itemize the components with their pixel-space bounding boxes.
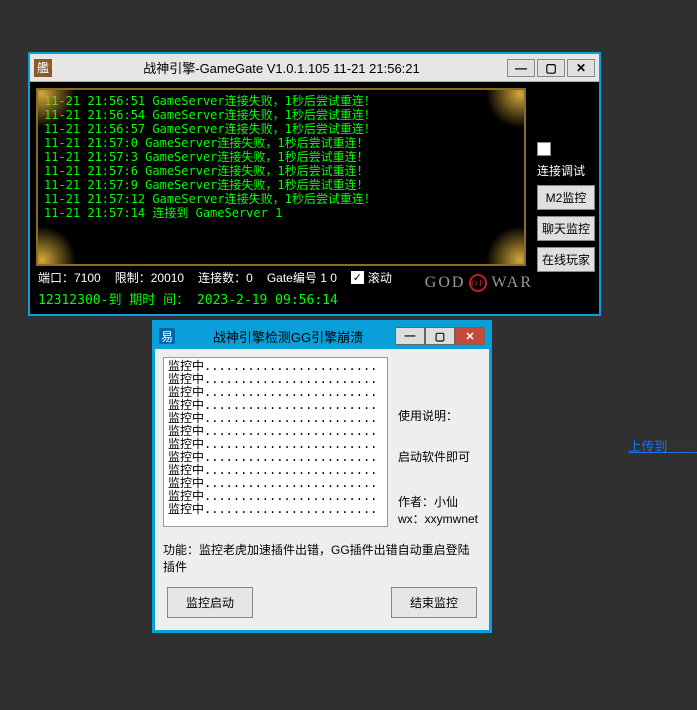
decor-corner — [36, 88, 82, 134]
chat-monitor-button[interactable]: 聊天监控 — [537, 216, 595, 241]
usage-label: 使用说明： — [398, 407, 481, 424]
app-icon: 艦 — [34, 59, 52, 77]
log-line: 11-21 21:57:3 GameServer连接失败，1秒后尝试重连！ — [44, 150, 518, 164]
maximize-button[interactable]: ▢ — [425, 327, 455, 345]
gamegate-titlebar[interactable]: 艦 战神引擎-GameGate V1.0.1.105 11-21 21:56:2… — [30, 54, 599, 82]
wx-label: wx：xxymwnet — [398, 510, 481, 527]
expiry-text: 12312300-到 期时 间： 2023-2-19 09:56:14 — [38, 289, 338, 308]
gamegate-body: 11-21 21:56:51 GameServer连接失败，1秒后尝试重连！11… — [30, 82, 599, 314]
gamegate-window: 艦 战神引擎-GameGate V1.0.1.105 11-21 21:56:2… — [28, 52, 601, 316]
log-line: 11-21 21:56:57 GameServer连接失败，1秒后尝试重连！ — [44, 122, 518, 136]
side-panel: 连接调试 M2监控 聊天监控 在线玩家 — [537, 142, 595, 272]
detector-titlebar[interactable]: 易 战神引擎检测GG引擎崩溃 — ▢ ✕ — [155, 323, 489, 349]
log-line: 11-21 21:57:0 GameServer连接失败，1秒后尝试重连！ — [44, 136, 518, 150]
log-line: 11-21 21:57:12 GameServer连接失败，1秒后尝试重连！ — [44, 192, 518, 206]
upload-link[interactable]: 上传到 图片 — [628, 436, 697, 455]
log-line: 11-21 21:57:9 GameServer连接失败，1秒后尝试重连！ — [44, 178, 518, 192]
window-title: 战神引擎-GameGate V1.0.1.105 11-21 21:56:21 — [56, 58, 507, 77]
function-description: 功能：监控老虎加速插件出错，GG插件出错自动重启登陆插件 — [163, 541, 481, 575]
conn-value: 0 — [246, 271, 253, 285]
god-of-war-logo: GOD OF WAR — [425, 274, 533, 292]
minimize-button[interactable]: — — [507, 59, 535, 77]
close-button[interactable]: ✕ — [567, 59, 595, 77]
decor-corner — [480, 220, 526, 266]
limit-value: 20010 — [151, 271, 184, 285]
start-monitor-button[interactable]: 监控启动 — [167, 587, 253, 618]
usage-text: 启动软件即可 — [398, 448, 481, 465]
log-line: 11-21 21:57:6 GameServer连接失败，1秒后尝试重连！ — [44, 164, 518, 178]
info-panel: 使用说明： 启动软件即可 作者：小仙 wx：xxymwnet — [398, 357, 481, 527]
log-console: 11-21 21:56:51 GameServer连接失败，1秒后尝试重连！11… — [36, 88, 526, 266]
scroll-checkbox[interactable]: ✓ — [351, 271, 364, 284]
debug-label: 连接调试 — [537, 162, 595, 179]
monitor-line: 监控中........................ — [168, 503, 383, 516]
log-line: 11-21 21:56:54 GameServer连接失败，1秒后尝试重连！ — [44, 108, 518, 122]
author-label: 作者：小仙 — [398, 493, 481, 510]
log-line: 11-21 21:56:51 GameServer连接失败，1秒后尝试重连！ — [44, 94, 518, 108]
status-bar: 端口：7100 限制：20010 连接数：0 Gate编号 1 0 ✓ 滚动 — [38, 269, 392, 286]
decor-corner — [36, 220, 82, 266]
minimize-button[interactable]: — — [395, 327, 425, 345]
detector-body: 监控中........................监控中..........… — [155, 349, 489, 630]
end-monitor-button[interactable]: 结束监控 — [391, 587, 477, 618]
app-icon: 易 — [159, 328, 175, 344]
close-button[interactable]: ✕ — [455, 327, 485, 345]
decor-corner — [480, 88, 526, 134]
scroll-label: 滚动 — [368, 269, 392, 286]
log-line: 11-21 21:57:14 连接到 GameServer 1 — [44, 206, 518, 220]
gate-value: 1 0 — [320, 271, 337, 285]
debug-checkbox[interactable] — [537, 142, 551, 156]
monitor-output: 监控中........................监控中..........… — [163, 357, 388, 527]
window-title: 战神引擎检测GG引擎崩溃 — [181, 327, 395, 346]
maximize-button[interactable]: ▢ — [537, 59, 565, 77]
detector-window: 易 战神引擎检测GG引擎崩溃 — ▢ ✕ 监控中................… — [152, 320, 492, 633]
online-players-button[interactable]: 在线玩家 — [537, 247, 595, 272]
m2-monitor-button[interactable]: M2监控 — [537, 185, 595, 210]
port-value: 7100 — [74, 271, 101, 285]
